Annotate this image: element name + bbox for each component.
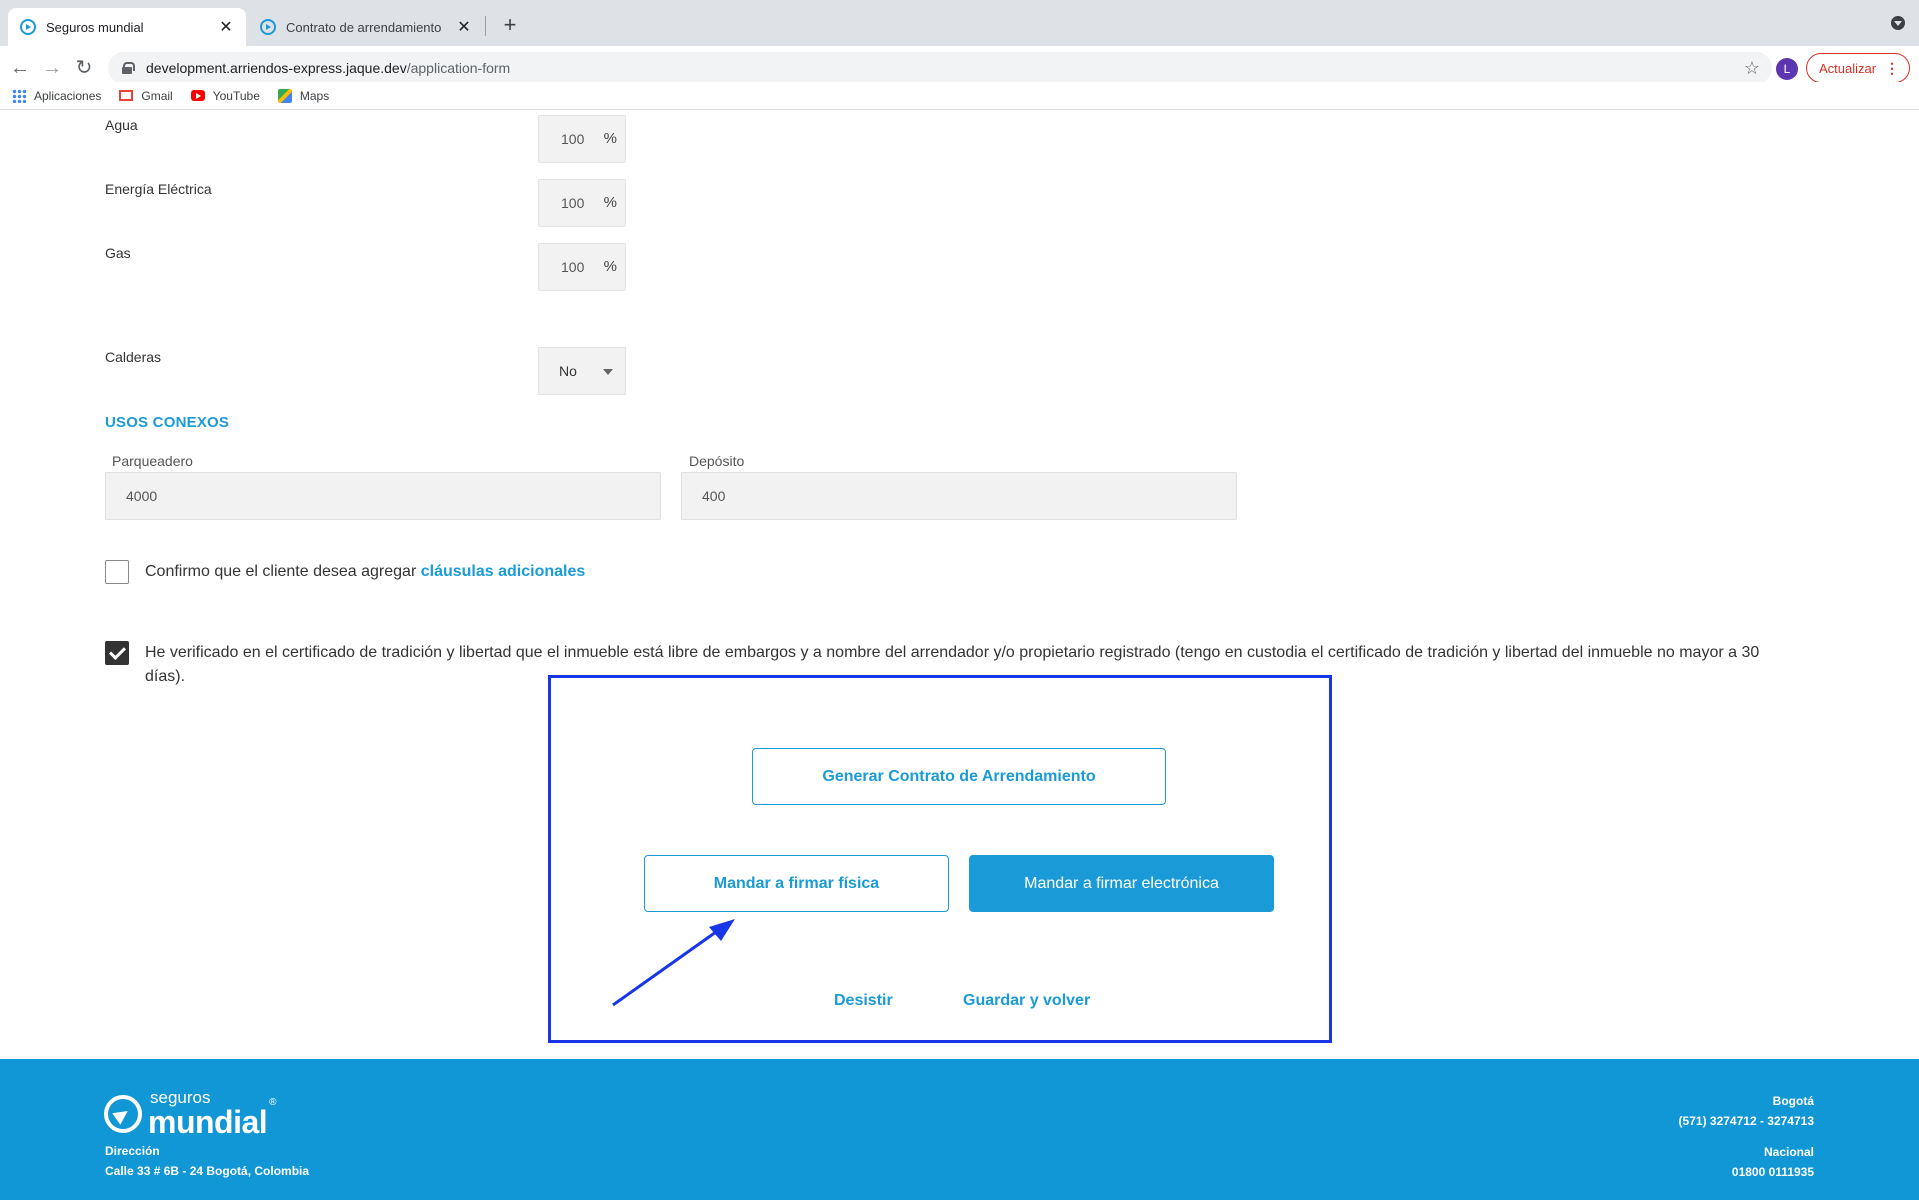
site-favicon-icon <box>20 19 36 35</box>
tab-contrato[interactable]: Contrato de arrendamiento ✕ <box>248 8 484 46</box>
bookmark-maps[interactable]: Maps <box>277 88 329 103</box>
clausulas-checkbox[interactable] <box>105 560 129 584</box>
reload-icon[interactable]: ↻ <box>72 56 96 80</box>
maps-icon <box>277 88 292 103</box>
label-gas: Gas <box>105 245 131 261</box>
registered-mark: ® <box>269 1097 277 1108</box>
footer: seguros mundial ® Dirección Calle 33 # 6… <box>0 1059 1919 1200</box>
apps-grid-icon <box>12 88 26 103</box>
firmar-electronica-button[interactable]: Mandar a firmar electrónica <box>969 855 1274 912</box>
bookmark-youtube[interactable]: YouTube <box>190 89 260 103</box>
url-host: development.arriendos-express.jaque.dev <box>146 60 407 76</box>
address-bar[interactable]: development.arriendos-express.jaque.dev /… <box>108 52 1772 84</box>
bogota-label: Bogotá <box>1772 1094 1814 1108</box>
logo-mark-icon <box>104 1094 142 1133</box>
deposito-input[interactable]: 400 <box>681 472 1237 520</box>
desistir-link[interactable]: Desistir <box>834 992 893 1010</box>
back-icon[interactable]: ← <box>8 56 32 80</box>
logo-big-text: mundial <box>148 1104 268 1140</box>
calderas-select[interactable]: No <box>538 347 626 395</box>
tab-title: Contrato de arrendamiento <box>286 19 442 35</box>
tab-search-icon[interactable] <box>1891 16 1905 30</box>
avatar[interactable]: L <box>1776 58 1798 80</box>
label-calderas: Calderas <box>105 349 162 365</box>
seguros-mundial-logo[interactable]: seguros mundial ® <box>104 1089 277 1138</box>
bookmarks-bar: Aplicaciones Gmail YouTube Maps <box>0 82 1919 110</box>
update-button[interactable]: Actualizar ⋮ <box>1806 53 1910 83</box>
lock-icon <box>122 62 135 74</box>
bookmark-star-icon[interactable]: ☆ <box>1744 58 1760 79</box>
agua-percent-input[interactable]: 100 % <box>538 115 626 163</box>
section-title-usos-conexos: USOS CONEXOS <box>105 414 230 431</box>
close-icon[interactable]: ✕ <box>218 17 234 37</box>
annotation-arrow-icon <box>612 919 735 1007</box>
close-icon[interactable]: ✕ <box>456 17 472 37</box>
tab-seguros-mundial[interactable]: Seguros mundial ✕ <box>8 8 246 46</box>
chevron-down-icon <box>603 369 613 375</box>
bookmark-gmail[interactable]: Gmail <box>119 89 173 103</box>
label-agua: Agua <box>105 117 138 133</box>
menu-dots-icon: ⋮ <box>1885 59 1899 76</box>
gas-percent-input[interactable]: 100 % <box>538 243 626 291</box>
youtube-icon <box>190 90 205 101</box>
new-tab-icon[interactable]: + <box>496 12 524 38</box>
energia-percent-input[interactable]: 100 % <box>538 179 626 227</box>
parqueadero-input[interactable]: 4000 <box>105 472 661 520</box>
clausulas-text: Confirmo que el cliente desea agregar cl… <box>145 563 586 580</box>
nacional-phone: 01800 0111935 <box>1731 1165 1814 1179</box>
bogota-phone: (571) 3274712 - 3274713 <box>1678 1114 1814 1128</box>
guardar-volver-link[interactable]: Guardar y volver <box>963 992 1090 1010</box>
update-label: Actualizar <box>1819 60 1877 76</box>
generar-contrato-button[interactable]: Generar Contrato de Arrendamiento <box>752 748 1166 805</box>
url-path: /application-form <box>406 60 511 76</box>
gmail-icon <box>119 90 134 101</box>
browser-tab-strip: Seguros mundial ✕ Contrato de arrendamie… <box>0 0 1919 46</box>
clausulas-link[interactable]: cláusulas adicionales <box>421 563 586 580</box>
label-energia: Energía Eléctrica <box>105 181 212 197</box>
direccion-label: Dirección <box>105 1144 160 1158</box>
label-parqueadero: Parqueadero <box>112 453 193 469</box>
forward-icon[interactable]: → <box>40 56 64 80</box>
direccion-text: Calle 33 # 6B - 24 Bogotá, Colombia <box>105 1164 310 1178</box>
bookmark-apps[interactable]: Aplicaciones <box>12 88 101 103</box>
tab-title: Seguros mundial <box>46 19 144 35</box>
site-favicon-icon <box>260 19 276 35</box>
label-deposito: Depósito <box>689 453 745 469</box>
certificado-checkbox[interactable] <box>105 641 129 665</box>
firmar-fisica-button[interactable]: Mandar a firmar física <box>644 855 949 912</box>
nacional-label: Nacional <box>1763 1145 1814 1159</box>
tab-divider <box>485 16 486 36</box>
